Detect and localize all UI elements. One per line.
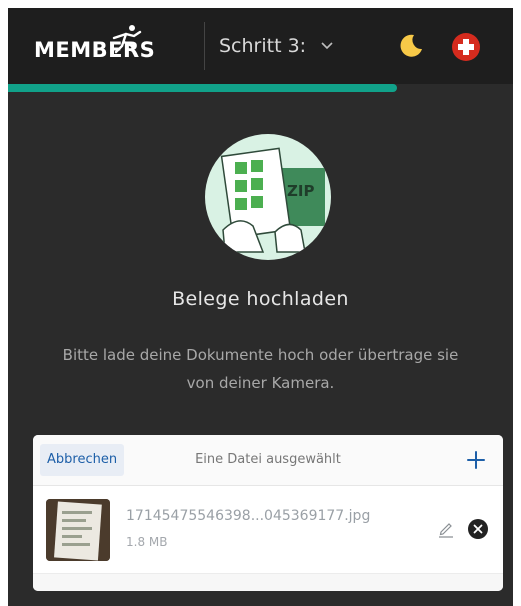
- app-frame: MEMBERS Schritt 3: ZIP Belege hochladen …: [8, 8, 513, 606]
- logo-figure-icon: [112, 25, 142, 54]
- file-item: 17145475546398...045369177.jpg 1.8 MB: [33, 486, 503, 572]
- chevron-down-icon: [321, 42, 333, 50]
- file-thumbnail[interactable]: [46, 499, 110, 561]
- page-subtitle: Bitte lade deine Dokumente hoch oder übe…: [62, 346, 459, 392]
- remove-file-icon[interactable]: [468, 519, 488, 539]
- svg-text:ZIP: ZIP: [287, 182, 314, 200]
- upload-card-footer: [33, 573, 503, 591]
- file-name: 17145475546398...045369177.jpg: [126, 508, 371, 524]
- step-dropdown[interactable]: Schritt 3:: [219, 30, 334, 62]
- step-label: Schritt 3:: [219, 35, 307, 57]
- plus-icon[interactable]: [464, 448, 488, 472]
- progress-bar: [8, 84, 513, 92]
- pencil-icon[interactable]: [438, 520, 454, 538]
- header-divider: [204, 22, 205, 70]
- top-bar: MEMBERS Schritt 3:: [8, 8, 513, 92]
- page-title: Belege hochladen: [172, 288, 349, 310]
- moon-icon[interactable]: [396, 32, 424, 60]
- cancel-button[interactable]: Abbrechen: [40, 444, 125, 476]
- swiss-flag-icon[interactable]: [451, 32, 481, 62]
- upload-card: Eine Datei ausgewählt Abbrechen 17145475…: [33, 435, 503, 591]
- file-size: 1.8 MB: [126, 535, 168, 549]
- progress-fill: [8, 84, 397, 92]
- documents-zip-illustration: ZIP: [205, 134, 331, 260]
- upload-card-header: Eine Datei ausgewählt Abbrechen: [33, 435, 503, 486]
